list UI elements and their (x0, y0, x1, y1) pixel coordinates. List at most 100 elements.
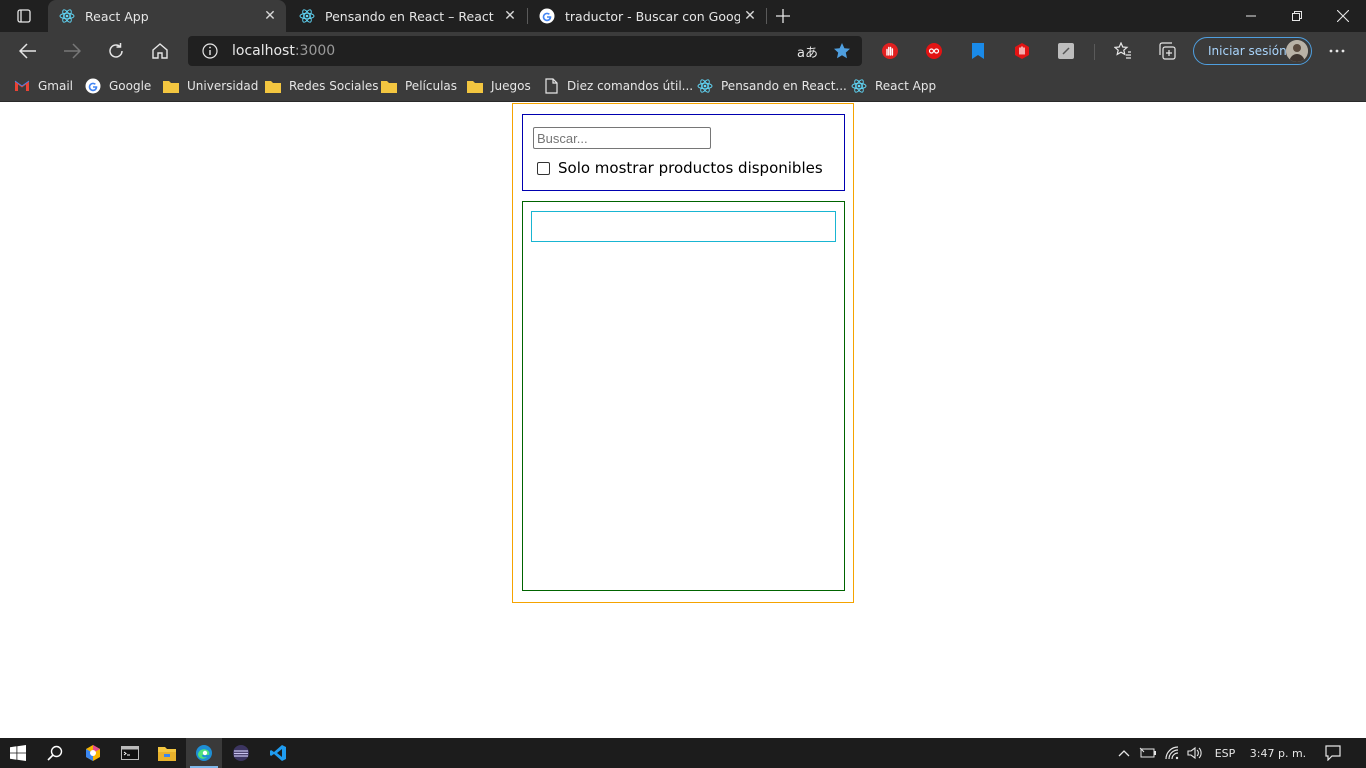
bookmark-folder-redes-sociales[interactable]: Redes Sociales (265, 76, 378, 96)
toolbar-divider (1094, 44, 1095, 60)
sign-in-button[interactable]: Iniciar sesión (1193, 37, 1312, 65)
bookmark-diez-comandos[interactable]: Diez comandos útil... (543, 76, 693, 96)
react-icon (59, 8, 75, 24)
folder-icon (381, 78, 397, 94)
home-button[interactable] (145, 36, 175, 66)
battery-status[interactable] (1137, 738, 1159, 768)
extension-button[interactable] (1051, 36, 1081, 66)
google-icon (85, 78, 101, 94)
sign-in-label: Iniciar sesión (1208, 44, 1287, 58)
address-bar[interactable]: localhost:3000 aあ (188, 36, 862, 66)
bookmark-label: React App (875, 79, 937, 93)
extension-button[interactable] (1007, 36, 1037, 66)
close-icon[interactable]: ✕ (260, 6, 280, 26)
folder-icon (158, 746, 176, 761)
speaker-icon (1187, 746, 1202, 760)
react-icon (299, 8, 315, 24)
stock-only-checkbox[interactable] (537, 161, 550, 175)
taskbar-app-colorful[interactable] (75, 738, 111, 768)
bookmark-folder-juegos[interactable]: Juegos (467, 76, 531, 96)
volume-control[interactable] (1184, 738, 1206, 768)
url-text[interactable]: localhost:3000 (232, 43, 335, 59)
clock-time: 3:47 p. m. (1249, 746, 1307, 760)
action-center-button[interactable] (1318, 738, 1348, 768)
battery-icon (1139, 747, 1156, 758)
input-language[interactable]: ESP (1208, 738, 1242, 768)
bookmark-google[interactable]: Google (85, 76, 151, 96)
plus-icon (776, 9, 790, 23)
info-icon[interactable] (202, 43, 218, 63)
taskbar-app-file-explorer[interactable] (149, 738, 185, 768)
folder-icon (163, 78, 179, 94)
translate-icon[interactable]: aあ (797, 42, 818, 61)
taskbar-app-purple[interactable] (223, 738, 259, 768)
tab-react-app[interactable]: React App ✕ (48, 0, 286, 32)
extension-button[interactable] (875, 36, 905, 66)
tab-title: Pensando en React – React (325, 8, 494, 24)
app-striped-circle-icon (233, 745, 249, 761)
product-table-header (531, 211, 836, 242)
bookmark-folder-peliculas[interactable]: Películas (381, 76, 457, 96)
taskbar-app-edge[interactable] (186, 738, 222, 768)
close-icon[interactable]: ✕ (740, 6, 760, 26)
more-horizontal-icon (1329, 49, 1345, 53)
favorites-button[interactable] (1108, 36, 1138, 66)
bookmark-icon (972, 43, 984, 59)
extension-button[interactable] (963, 36, 993, 66)
google-icon (539, 8, 555, 24)
bookmark-label: Redes Sociales (289, 79, 379, 93)
back-button[interactable] (13, 36, 43, 66)
notification-icon (1325, 745, 1341, 761)
page-viewport: Solo mostrar productos disponibles (0, 103, 1366, 738)
restore-icon (1292, 11, 1302, 21)
minimize-button[interactable] (1228, 0, 1274, 32)
system-clock[interactable]: 3:47 p. m. (1244, 738, 1312, 768)
stock-only-row[interactable]: Solo mostrar productos disponibles (537, 159, 823, 177)
close-icon (1337, 10, 1349, 22)
bookmark-folder-universidad[interactable]: Universidad (163, 76, 258, 96)
chevron-up-icon (1118, 750, 1130, 757)
bookmark-react-app[interactable]: React App (851, 76, 936, 96)
search-button[interactable] (37, 738, 73, 768)
collections-icon (1159, 42, 1176, 60)
extension-button[interactable] (919, 36, 949, 66)
bookmark-label: Pensando en React... (721, 79, 847, 93)
start-button[interactable] (0, 738, 36, 768)
stock-only-label[interactable]: Solo mostrar productos disponibles (558, 159, 823, 177)
restore-button[interactable] (1274, 0, 1320, 32)
favorite-star-icon[interactable] (833, 42, 851, 64)
settings-menu-button[interactable] (1322, 36, 1352, 66)
bookmark-gmail[interactable]: Gmail (14, 76, 73, 96)
bookmark-pensando-en-react[interactable]: Pensando en React... (697, 76, 847, 96)
url-host: localhost (232, 43, 295, 59)
tab-actions-menu-button[interactable] (8, 6, 40, 26)
search-icon (47, 745, 63, 761)
favorites-list-icon (1114, 42, 1131, 59)
new-tab-button[interactable] (771, 4, 795, 28)
reload-button[interactable] (101, 36, 131, 66)
terminal-icon (121, 746, 139, 760)
taskbar-app-vscode[interactable] (260, 738, 296, 768)
tab-pensando-en-react[interactable]: Pensando en React – React ✕ (288, 0, 526, 32)
collections-button[interactable] (1152, 36, 1182, 66)
folder-icon (265, 78, 281, 94)
show-hidden-icons-button[interactable] (1114, 738, 1134, 768)
close-window-button[interactable] (1320, 0, 1366, 32)
close-icon[interactable]: ✕ (500, 6, 520, 26)
search-input[interactable] (533, 127, 711, 149)
bookmarks-bar: Gmail Google Universidad Redes Sociales … (0, 70, 1366, 102)
tab-google-search[interactable]: traductor - Buscar con Google ✕ (528, 0, 766, 32)
adblock-icon (882, 43, 898, 59)
react-icon (851, 78, 867, 94)
arrow-right-icon (64, 43, 81, 59)
filterable-product-table: Solo mostrar productos disponibles (512, 103, 854, 603)
wifi-icon (1165, 746, 1179, 760)
product-table (522, 201, 845, 591)
search-bar: Solo mostrar productos disponibles (522, 114, 845, 191)
tab-title: React App (85, 8, 149, 24)
network-status[interactable] (1162, 738, 1184, 768)
home-icon (152, 43, 168, 59)
taskbar-app-terminal[interactable] (112, 738, 148, 768)
forward-button[interactable] (57, 36, 87, 66)
bookmark-label: Películas (405, 79, 458, 93)
